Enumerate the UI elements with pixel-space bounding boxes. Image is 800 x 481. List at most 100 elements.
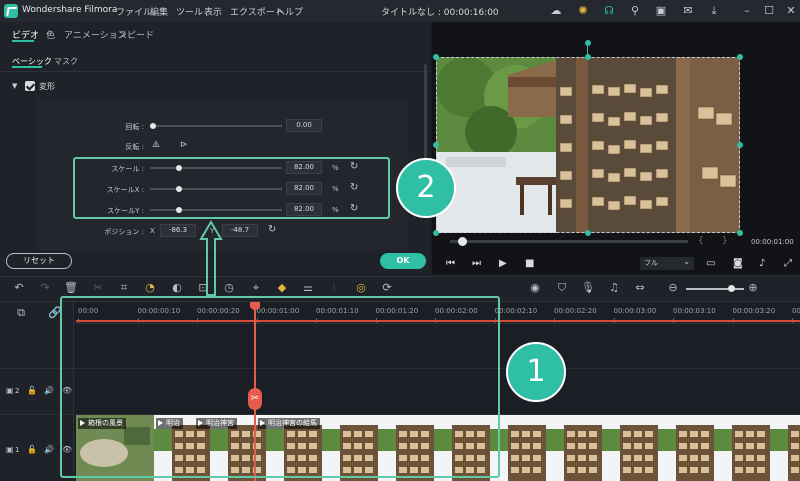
save-icon[interactable]: ▣ [654, 4, 668, 18]
ruler-label: 00:00:03:20 [732, 307, 776, 315]
resize-handle-tl[interactable] [433, 54, 439, 60]
snapshot-icon[interactable]: ◙ [733, 258, 743, 269]
flip-vertical-icon[interactable]: ⧌ [152, 140, 160, 150]
user-icon[interactable]: ⚲ [628, 4, 642, 18]
color-icon[interactable]: ◐ [170, 281, 184, 295]
quality-select[interactable]: フル [640, 255, 694, 270]
maximize-icon[interactable]: ☐ [762, 4, 776, 18]
minimize-icon[interactable]: – [740, 4, 754, 18]
clip-thumbnail-detail [645, 443, 653, 449]
position-reset-icon[interactable]: ↻ [268, 224, 276, 235]
close-icon[interactable]: ✕ [784, 4, 798, 18]
transform-checkbox[interactable] [25, 81, 35, 91]
timer-icon[interactable]: ◷ [222, 281, 236, 295]
ruler-label: 00:00:03:10 [673, 307, 716, 315]
chevron-down-icon[interactable]: ▼ [12, 82, 17, 90]
render-icon[interactable]: ◉ [528, 281, 542, 295]
stop-icon[interactable]: ■ [525, 258, 534, 269]
mail-icon[interactable]: ✉ [681, 4, 695, 18]
flip-horizontal-icon[interactable]: ⊳ [180, 140, 188, 150]
track-1-label: 1 [15, 446, 20, 454]
snap-icon[interactable]: ⇔ [633, 281, 647, 295]
add-track-icon[interactable]: ⧉ [14, 306, 28, 320]
clip-thumbnail-detail [757, 431, 765, 437]
rotation-slider-track[interactable] [152, 125, 282, 127]
lightbulb-icon[interactable]: ✺ [576, 4, 590, 18]
adjust-icon[interactable]: ⚌ [301, 281, 315, 295]
rotate-handle[interactable] [585, 40, 591, 46]
clip-thumbnail-detail [746, 467, 754, 473]
headset-icon[interactable]: ☊ [602, 4, 616, 18]
delete-icon[interactable]: 🗑 [64, 281, 78, 295]
stabilize-icon[interactable]: ⌖ [249, 281, 263, 295]
keyframe-icon[interactable]: ◆ [275, 281, 289, 295]
clip-thumbnail-detail [578, 467, 586, 473]
play-icon[interactable]: ▶ [499, 258, 507, 269]
menu-edit[interactable]: 編集 [150, 5, 168, 18]
rotation-input[interactable]: 0.00 [286, 119, 322, 132]
ruler-label: 00:00:04 [792, 307, 800, 315]
resize-handle-t[interactable] [585, 54, 591, 60]
motion-track-icon[interactable]: ◎ [354, 281, 368, 295]
lock-icon[interactable]: 🔓 [27, 386, 37, 395]
resize-handle-tr[interactable] [737, 54, 743, 60]
speaker-icon[interactable]: 🔊 [44, 445, 54, 454]
audio-wave-icon[interactable]: ⫶ [327, 281, 341, 295]
filmora-logo-icon [4, 4, 18, 18]
menu-help[interactable]: ヘルプ [276, 5, 303, 18]
volume-icon[interactable]: ♪ [759, 258, 765, 269]
clip-thumbnail-detail [746, 455, 754, 461]
music-icon[interactable]: ♫ [607, 281, 621, 295]
speed-icon[interactable]: ◔ [143, 281, 157, 295]
mark-out-icon[interactable]: } [722, 236, 728, 246]
cut-icon[interactable]: ✂ [91, 281, 105, 295]
lock-icon[interactable]: 🔓 [27, 445, 37, 454]
clip-thumbnail-detail [757, 455, 765, 461]
flip-label: 反転 : [125, 143, 144, 151]
clip-thumbnail-detail [578, 443, 586, 449]
download-icon[interactable]: ⤓ [707, 4, 721, 18]
zoom-slider[interactable] [686, 288, 744, 290]
undo-icon[interactable]: ↶ [12, 281, 26, 295]
position-x-input[interactable]: -86.3 [160, 224, 196, 237]
redo-icon[interactable]: ↷ [38, 281, 52, 295]
tab-color[interactable]: 色 [46, 28, 55, 41]
cloud-icon[interactable]: ☁ [549, 4, 563, 18]
resize-handle-br[interactable] [737, 230, 743, 236]
tab-speed[interactable]: スピード [118, 28, 154, 41]
ruler-label: 00:00:03:00 [613, 307, 657, 315]
preview-image[interactable] [436, 57, 740, 233]
mic-icon[interactable]: 🎙 [581, 281, 595, 295]
reset-button[interactable]: リセット [6, 253, 72, 269]
zoom-out-icon[interactable]: ⊖ [666, 281, 680, 295]
mark-in-icon[interactable]: { [698, 236, 704, 246]
menu-file[interactable]: ファイル [116, 5, 152, 18]
resize-handle-bl[interactable] [433, 230, 439, 236]
subtab-mask[interactable]: マスク [54, 56, 78, 67]
clip-thumbnail-detail [791, 431, 799, 437]
position-y-input[interactable]: -48.7 [222, 224, 258, 237]
rotation-slider-knob[interactable] [150, 123, 156, 129]
display-icon[interactable]: ▭ [706, 258, 715, 269]
preview-scrubber[interactable] [450, 240, 688, 243]
clip-thumbnail-detail [757, 467, 765, 473]
clip-thumbnail-detail [533, 455, 541, 461]
speaker-icon[interactable]: 🔊 [44, 386, 54, 395]
zoom-in-icon[interactable]: ⊕ [746, 281, 760, 295]
preview-scrubber-knob[interactable] [458, 237, 467, 246]
step-forward-icon[interactable]: ⏭ [472, 258, 481, 269]
zoom-slider-knob[interactable] [728, 285, 735, 292]
clip-thumbnail-detail [746, 443, 754, 449]
menu-view[interactable]: 表示 [204, 5, 222, 18]
ok-button[interactable]: OK [380, 253, 426, 269]
fullscreen-icon[interactable]: ⤢ [784, 258, 792, 269]
crop-icon[interactable]: ⌗ [117, 281, 131, 295]
ai-icon[interactable]: ⟳ [380, 281, 394, 295]
step-back-icon[interactable]: ⏮ [446, 258, 455, 269]
preview-timecode: 00:00:01:00 [751, 238, 794, 246]
marker-icon[interactable]: ⛉ [555, 281, 569, 295]
resize-handle-b[interactable] [585, 230, 591, 236]
resize-handle-r[interactable] [737, 142, 743, 148]
resize-handle-l[interactable] [433, 142, 439, 148]
menu-tools[interactable]: ツール [176, 5, 203, 18]
